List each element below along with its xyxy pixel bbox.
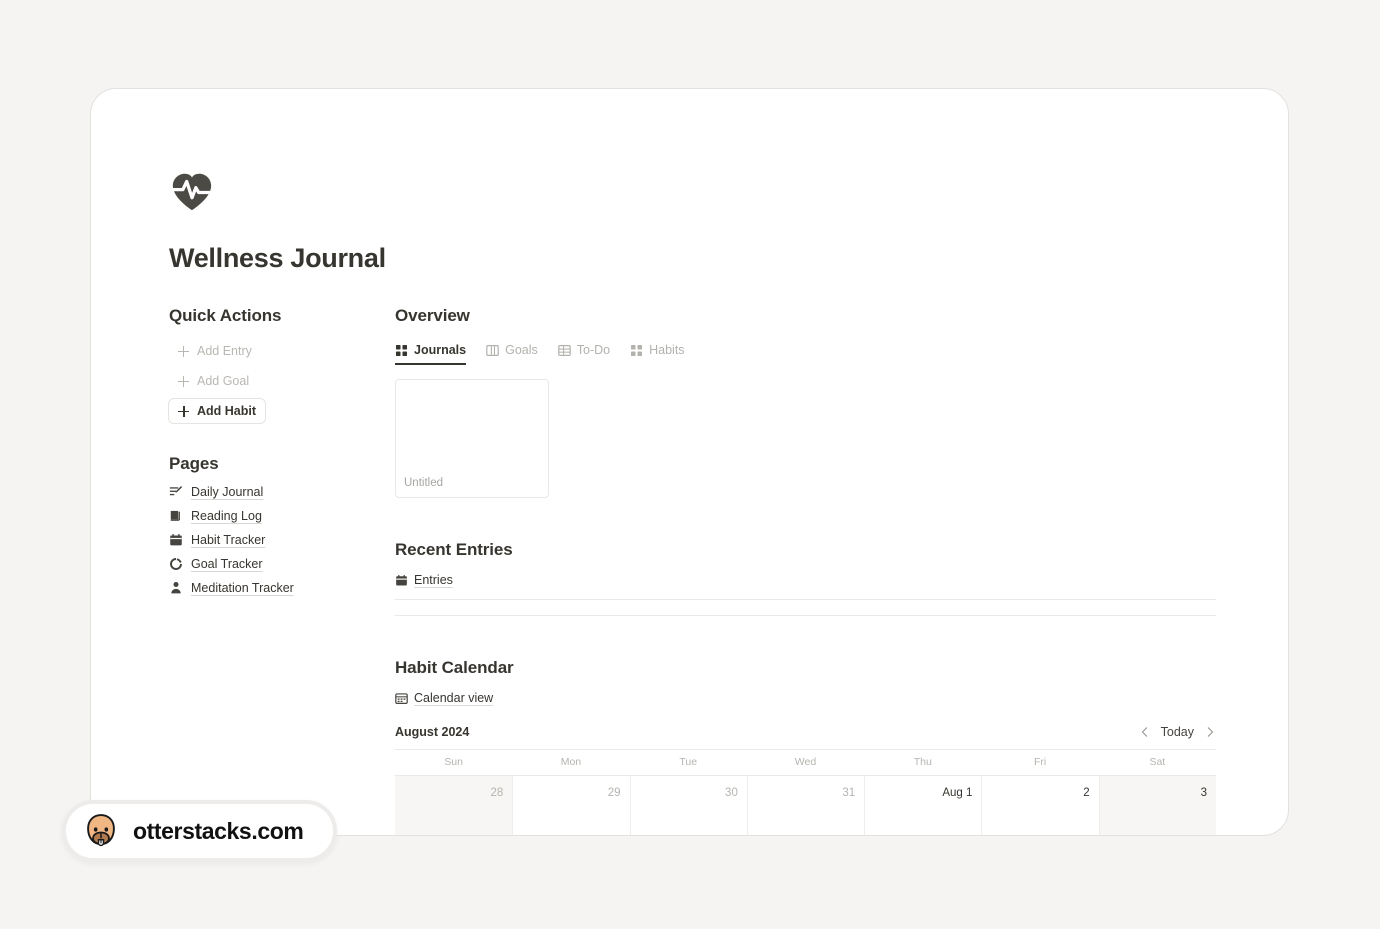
entries-database-label: Entries [414,573,453,587]
page-link-label: Habit Tracker [191,533,266,547]
calendar-day-number: 2 [1083,787,1090,799]
tab-label: To-Do [576,343,611,357]
calendar-icon [170,534,182,546]
chevron-left-icon[interactable] [1139,726,1151,738]
page-link-label: Meditation Tracker [191,581,294,595]
chevron-right-icon[interactable] [1204,726,1216,738]
habit-calendar-block: Habit Calendar Calendar view August 2024… [395,658,1217,835]
page-link-reading-log[interactable]: Reading Log [169,509,395,523]
calendar-nav: Today [1139,725,1216,739]
calendar-view-label: Calendar view [414,691,494,705]
quick-actions-heading: Quick Actions [169,306,282,325]
calendar-day-cell[interactable]: 28 [395,776,513,835]
plus-icon [178,405,189,417]
table-row [395,599,1216,600]
quick-actions-list: Add Entry Add Goal Add Habit [168,338,395,424]
pages-block: Pages Daily Journal Reading Log Habit Tr… [169,454,395,595]
overview-heading: Overview [395,306,470,325]
book-icon [170,510,180,521]
gallery-card-title: Untitled [404,477,443,489]
calendar-day-cell[interactable]: 29 [512,776,630,835]
weekday-label: Tue [679,756,698,768]
calendar-icon [396,574,407,586]
table-row [395,615,1216,616]
pages-heading: Pages [169,454,219,473]
otter-face-icon [87,814,115,847]
add-habit-label: Add Habit [197,404,257,418]
tab-label: Journals [414,343,467,357]
weekday-label: Fri [1033,756,1047,768]
calendar-day-cell[interactable]: Aug 1 [864,776,982,835]
calendar-day-number: Aug 1 [942,787,973,799]
add-entry-label: Add Entry [197,344,252,358]
app-window: Wellness Journal Quick Actions Add Entry… [90,88,1289,836]
add-goal-label: Add Goal [197,374,250,388]
weekday-label: Sat [1149,756,1166,768]
page-link-meditation-tracker[interactable]: Meditation Tracker [169,581,395,595]
calendar-day-number: 31 [842,787,856,799]
weekday-label: Mon [560,756,582,768]
calendar-day-cell[interactable]: 31 [746,776,865,835]
add-goal-button[interactable]: Add Goal [168,368,259,394]
tab-habits[interactable]: Habits [630,343,685,365]
habit-calendar-heading: Habit Calendar [395,658,514,677]
watermark-badge[interactable]: otterstacks.com [62,800,338,862]
entries-database-link[interactable]: Entries [395,573,1217,587]
recent-entries-block: Recent Entries Entries [395,540,1217,616]
tab-label: Goals [505,343,538,357]
tab-journals[interactable]: Journals [395,343,467,365]
main-column: Overview Journals Goals To-Do Habits Unt… [395,306,1217,835]
page-link-goal-tracker[interactable]: Goal Tracker [169,557,395,571]
plus-icon [178,375,189,387]
add-entry-button[interactable]: Add Entry [168,338,262,364]
tab-goals[interactable]: Goals [486,343,538,365]
progress-circle-icon [170,558,182,570]
person-bust-icon [171,581,181,594]
edit-lines-icon [169,486,183,496]
page-link-label: Goal Tracker [191,557,263,571]
weekday-label: Thu [913,756,932,768]
calendar-day-number: 3 [1200,787,1207,799]
calendar-header: August 2024 Today [395,725,1216,739]
calendar-view-icon [395,692,408,704]
page-title: Wellness Journal [169,243,386,273]
watermark-label: otterstacks.com [133,817,304,844]
tab-label: Habits [649,343,685,357]
page-link-daily-journal[interactable]: Daily Journal [169,485,395,499]
calendar-week-row: 28 29 30 31 Aug 1 2 3 [395,775,1216,835]
sidebar-column: Quick Actions Add Entry Add Goal Add Hab… [168,306,395,835]
calendar-day-cell[interactable]: 3 [1098,776,1216,835]
page-link-label: Daily Journal [191,485,264,499]
page-link-habit-tracker[interactable]: Habit Tracker [169,533,395,547]
entries-table [395,599,1217,616]
calendar-day-number: 29 [607,787,621,799]
calendar-day-number: 28 [490,787,504,799]
weekday-label: Wed [794,756,817,768]
pages-list: Daily Journal Reading Log Habit Tracker … [169,485,395,595]
gallery-grid-icon [395,344,408,356]
page-link-label: Reading Log [191,509,262,523]
weekday-label: Sun [444,756,463,768]
gallery-card[interactable]: Untitled [395,379,549,498]
table-icon [557,344,571,356]
add-habit-button[interactable]: Add Habit [168,398,267,424]
calendar-view-link[interactable]: Calendar view [395,691,1217,705]
board-columns-icon [486,344,499,356]
gallery-grid-icon [631,344,643,356]
calendar-day-number: 30 [725,787,738,799]
calendar-month-label: August 2024 [395,725,470,739]
calendar-day-cell[interactable]: 2 [981,776,1099,835]
overview-tabs: Journals Goals To-Do Habits [395,340,1217,365]
tab-to-do[interactable]: To-Do [557,343,611,365]
heart-pulse-icon [169,173,215,211]
calendar-day-cell[interactable]: 30 [629,776,747,835]
today-button[interactable]: Today [1161,725,1194,739]
calendar-grid: Sun Mon Tue Wed Thu Fri Sat 28 29 30 31 … [395,749,1216,835]
recent-entries-heading: Recent Entries [395,540,513,559]
calendar-weekday-row: Sun Mon Tue Wed Thu Fri Sat [395,750,1216,775]
plus-icon [178,345,189,357]
journals-gallery: Untitled [395,379,1217,498]
